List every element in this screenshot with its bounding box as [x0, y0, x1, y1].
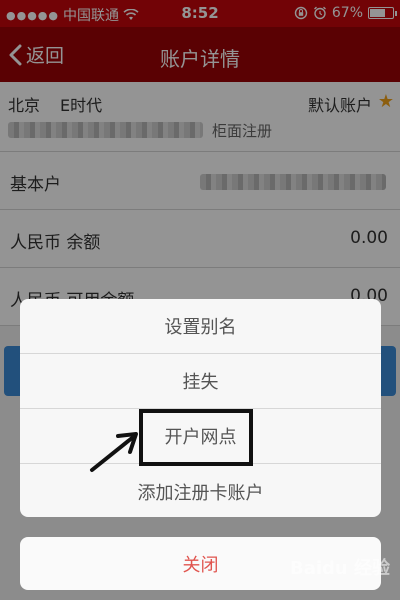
action-report-loss[interactable]: 挂失 [20, 354, 381, 409]
action-set-alias[interactable]: 设置别名 [20, 299, 381, 354]
action-add-registered-card[interactable]: 添加注册卡账户 [20, 464, 381, 517]
highlight-box [139, 409, 253, 466]
pointer-arrow-icon [90, 432, 138, 472]
action-sheet: 设置别名 挂失 开户网点 添加注册卡账户 [20, 299, 381, 517]
watermark: Baidu 经验 [289, 558, 390, 579]
